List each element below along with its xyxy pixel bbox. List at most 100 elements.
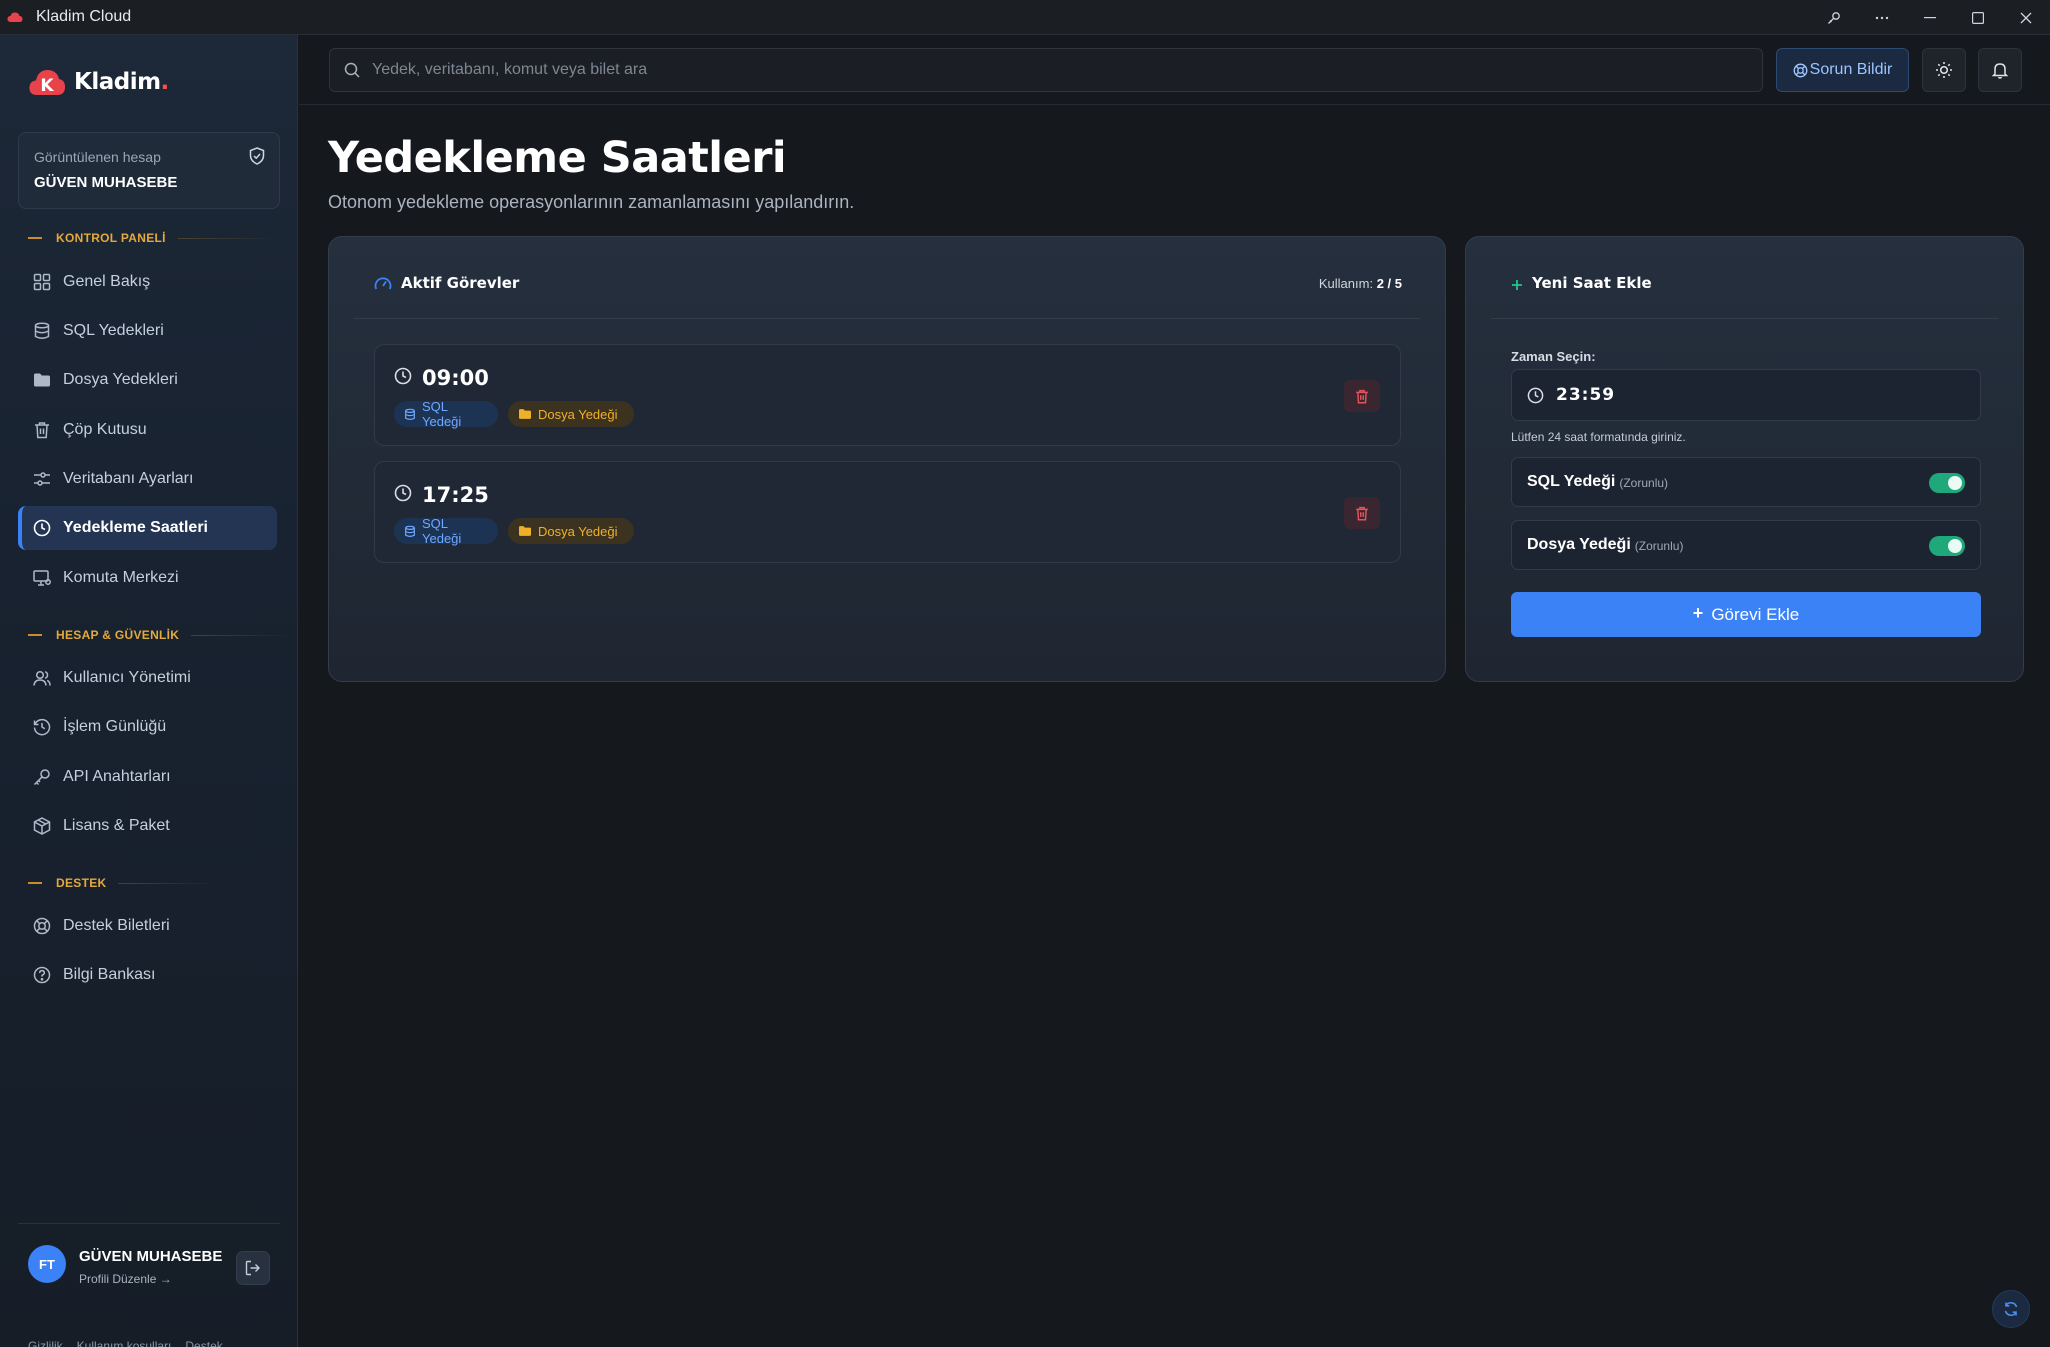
window-titlebar: Kladim Cloud [0,0,2050,35]
sidebar-item-label: Bilgi Bankası [63,966,156,983]
sidebar-item-schedules[interactable]: Yedekleme Saatleri [18,506,277,550]
sidebar-item-label: Lisans & Paket [63,817,170,834]
lifebuoy-icon [1793,63,1808,78]
sidebar-item-overview[interactable]: Genel Bakış [18,260,277,304]
pin-icon[interactable] [1810,0,1858,35]
sidebar-item-label: Genel Bakış [63,273,151,290]
trash-icon [32,420,52,440]
notifications-button[interactable] [1978,48,2022,92]
search-box[interactable] [329,48,1763,92]
svg-text:K: K [40,76,54,96]
time-input[interactable]: 23:59 [1511,369,1981,421]
page-subtitle: Otonom yedekleme operasyonlarının zamanl… [328,192,855,212]
file-backup-label: Dosya Yedeği [1527,536,1631,553]
usage-indicator: Kullanım: 2 / 5 [1319,276,1402,291]
sidebar-item-trash[interactable]: Çöp Kutusu [18,408,277,452]
theme-toggle-button[interactable] [1922,48,1966,92]
privacy-link[interactable]: Gizlilik [28,1339,63,1347]
delete-task-button[interactable] [1344,497,1380,529]
minimize-icon[interactable] [1906,0,1954,35]
report-issue-button[interactable]: Sorun Bildir [1776,48,1909,92]
time-format-hint: Lütfen 24 saat formatında giriniz. [1511,430,1686,444]
clock-icon [32,518,52,538]
sidebar-item-label: Destek Biletleri [63,917,170,934]
sidebar-item-users[interactable]: Kullanıcı Yönetimi [18,656,277,700]
search-icon [344,62,360,78]
add-task-button[interactable]: + Görevi Ekle [1511,592,1981,637]
window-title: Kladim Cloud [36,8,132,25]
viewed-account-card[interactable]: Görüntülenen hesap GÜVEN MUHASEBE [18,132,280,209]
brand-name: Kladim [74,69,161,95]
sidebar-item-command[interactable]: Komuta Merkezi [18,556,277,600]
key-icon [32,767,52,787]
sidebar-item-kb[interactable]: Bilgi Bankası [18,953,277,997]
clock-icon [394,367,412,385]
grid-icon [32,272,52,292]
sidebar-item-sql[interactable]: SQL Yedekleri [18,309,277,353]
refresh-button[interactable] [1992,1290,2030,1328]
delete-task-button[interactable] [1344,380,1380,412]
new-schedule-title: Yeni Saat Ekle [1532,274,1652,292]
monitor-icon [32,568,52,588]
section-control: KONTROL PANELİ [28,231,278,245]
maximize-icon[interactable] [1954,0,2002,35]
sql-backup-label: SQL Yedeği [1527,473,1616,490]
brand-logo[interactable]: K Kladim. [28,67,169,97]
active-tasks-header: Aktif Görevler Kullanım: 2 / 5 [354,274,1420,319]
plus-icon: + [1692,603,1704,623]
lifebuoy-icon [32,916,52,936]
folder-icon [518,525,532,537]
sidebar-item-db-settings[interactable]: Veritabanı Ayarları [18,457,277,501]
plus-icon [1511,276,1523,291]
sql-backup-badge: SQL Yedeği [394,516,498,546]
edit-profile-link[interactable]: Profili Düzenle → [79,1272,172,1286]
sidebar-item-label: İşlem Günlüğü [63,718,167,735]
sidebar: K Kladim. Görüntülenen hesap GÜVEN MUHAS… [0,35,298,1347]
brand-dot: . [160,69,170,95]
more-icon[interactable] [1858,0,1906,35]
sidebar-item-api-keys[interactable]: API Anahtarları [18,755,277,799]
bell-icon [1991,63,2009,79]
sql-backup-toggle[interactable] [1929,473,1965,493]
sliders-icon [32,469,52,489]
file-backup-badge: Dosya Yedeği [508,401,634,427]
sql-backup-row: SQL Yedeği (Zorunlu) [1511,457,1981,507]
file-backup-badge: Dosya Yedeği [508,518,634,544]
clock-icon [1527,387,1544,404]
sidebar-item-license[interactable]: Lisans & Paket [18,804,277,848]
search-input[interactable] [372,61,1672,79]
sidebar-item-tickets[interactable]: Destek Biletleri [18,904,277,948]
database-icon [404,525,416,538]
report-issue-label: Sorun Bildir [1809,61,1893,78]
task-item: 17:25 SQL Yedeği Dosya Yedeği [374,461,1401,563]
logout-button[interactable] [236,1251,270,1285]
avatar[interactable]: FT [28,1245,66,1283]
account-name: GÜVEN MUHASEBE [34,174,178,191]
account-label: Görüntülenen hesap [34,149,161,165]
terms-link[interactable]: Kullanım koşulları [77,1339,172,1347]
history-icon [32,717,52,737]
close-icon[interactable] [2002,0,2050,35]
page-title: Yedekleme Saatleri [328,133,787,183]
active-tasks-card: Aktif Görevler Kullanım: 2 / 5 09:00 SQL… [328,236,1446,682]
add-task-label: Görevi Ekle [1711,604,1800,624]
sun-icon [1936,62,1952,78]
file-backup-row: Dosya Yedeği (Zorunlu) [1511,520,1981,570]
kladim-logo-icon: K [29,70,65,96]
sidebar-item-logs[interactable]: İşlem Günlüğü [18,705,277,749]
package-icon [32,816,52,836]
user-name: GÜVEN MUHASEBE [79,1248,223,1265]
sidebar-item-label: Yedekleme Saatleri [63,519,208,536]
sidebar-item-label: Çöp Kutusu [63,421,147,438]
database-icon [404,408,416,421]
sql-backup-badge: SQL Yedeği [394,399,498,429]
support-link[interactable]: Destek [185,1339,222,1347]
task-time: 09:00 [422,366,489,390]
file-backup-toggle[interactable] [1929,536,1965,556]
task-time: 17:25 [422,483,489,507]
clock-icon [394,484,412,502]
sidebar-item-files[interactable]: Dosya Yedekleri [18,358,277,402]
database-icon [32,321,52,341]
refresh-icon [2004,1301,2018,1317]
active-tasks-title: Aktif Görevler [401,274,520,292]
